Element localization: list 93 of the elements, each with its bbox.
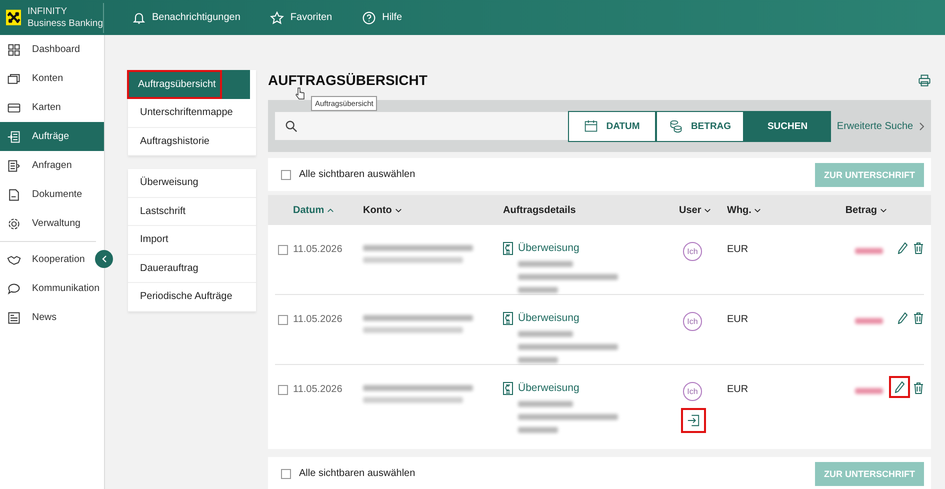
sidebar-item[interactable]: Karten — [0, 93, 63, 122]
search-icon — [285, 120, 298, 132]
user-avatar: Ich — [683, 312, 702, 331]
nav-link[interactable]: Benachrichtigungen — [132, 10, 240, 24]
column-header[interactable]: User — [679, 204, 727, 216]
sidebar-item[interactable]: Dokumente — [0, 180, 84, 209]
doc-icon — [7, 188, 21, 202]
currency-cell-text: EUR — [727, 383, 750, 395]
page-title: AUFTRAGSÜBERSICHT — [268, 72, 428, 88]
order-type-link[interactable]: Überweisung — [518, 382, 618, 394]
redacted-text — [855, 388, 883, 394]
column-header[interactable]: Auftragsdetails — [503, 204, 679, 216]
submenu-item[interactable]: Überweisung — [128, 169, 256, 198]
amount-filter-button[interactable]: BETRAG — [656, 110, 744, 142]
row-checkbox[interactable] — [278, 385, 288, 395]
user-avatar: Ich — [683, 382, 702, 401]
submenu-item[interactable]: Import — [128, 226, 256, 254]
submenu-item[interactable]: Dauerauftrag — [128, 254, 256, 283]
redacted-text — [518, 357, 558, 363]
redacted-text — [855, 318, 883, 324]
currency-cell-text: EUR — [727, 243, 750, 255]
star-icon — [270, 10, 284, 24]
orders-icon — [7, 130, 21, 144]
trash-icon[interactable] — [913, 382, 924, 394]
order-type-link[interactable]: Überweisung — [518, 242, 618, 254]
checkbox[interactable] — [281, 468, 291, 478]
document-icon — [503, 382, 513, 395]
redacted-text — [855, 248, 883, 254]
gear-icon — [7, 216, 21, 230]
search-field[interactable] — [275, 112, 568, 140]
sidebar-item[interactable]: Dashboard — [0, 35, 82, 64]
requests-icon — [7, 158, 21, 172]
redacted-text — [518, 331, 573, 337]
nav-link[interactable]: Favoriten — [270, 10, 332, 24]
user-avatar: Ich — [683, 242, 702, 261]
chevron-right-icon — [919, 122, 926, 130]
hand-cursor-icon — [295, 87, 305, 100]
collapse-button[interactable] — [95, 250, 113, 268]
sidebar-item[interactable]: Kommunikation — [0, 274, 102, 303]
sidebar-item[interactable]: Konten — [0, 64, 66, 93]
logo-icon — [6, 9, 22, 26]
sidebar-item[interactable]: Anfragen — [0, 151, 74, 180]
pencil-icon[interactable] — [891, 378, 908, 396]
submenu-item[interactable]: Periodische Aufträge — [128, 283, 256, 312]
currency-cell-text: EUR — [727, 313, 750, 325]
redacted-text — [518, 401, 573, 407]
sidebar-item[interactable]: Kooperation — [0, 245, 87, 274]
redacted-text — [518, 427, 558, 433]
sidebar-item[interactable]: Aufträge — [0, 122, 104, 151]
date-filter-button[interactable]: DATUM — [568, 110, 656, 142]
printer-icon[interactable] — [918, 74, 931, 86]
checkbox[interactable] — [281, 170, 291, 180]
date-cell-text: 11.05.2026 — [293, 383, 344, 395]
bell-icon — [132, 10, 146, 24]
trash-icon[interactable] — [913, 312, 924, 324]
submenu-item[interactable]: Lastschrift — [128, 198, 256, 226]
calendar-icon — [584, 119, 598, 133]
coins-icon — [668, 119, 683, 133]
date-cell-text: 11.05.2026 — [293, 313, 344, 325]
pencil-icon[interactable] — [897, 312, 908, 324]
advanced-search-link[interactable]: Erweiterte Suche — [831, 120, 931, 132]
card-icon — [7, 100, 21, 114]
search-button[interactable]: SUCHEN — [744, 110, 831, 142]
column-header[interactable]: Datum — [293, 204, 363, 216]
date-cell-text: 11.05.2026 — [293, 243, 344, 255]
pencil-icon[interactable] — [897, 242, 908, 254]
order-type-link[interactable]: Überweisung — [518, 312, 618, 324]
sidebar-item[interactable]: Verwaltung — [0, 209, 82, 238]
help-icon — [362, 10, 376, 24]
row-checkbox[interactable] — [278, 315, 288, 325]
redacted-text — [518, 261, 573, 267]
redacted-text — [518, 287, 558, 293]
submenu-item[interactable]: Unterschriftenmappe — [128, 99, 256, 128]
news-icon — [7, 310, 21, 324]
brand-subtitle: Business Banking — [27, 18, 103, 30]
column-header[interactable]: Whg. — [727, 204, 817, 216]
row-checkbox[interactable] — [278, 245, 288, 255]
submenu-item[interactable]: Auftragshistorie — [128, 128, 256, 156]
sidebar-item[interactable]: News — [0, 303, 58, 332]
chevron-left-icon — [102, 255, 106, 263]
checkbox-label: Alle sichtbaren auswählen — [299, 468, 416, 479]
cards-icon — [7, 72, 21, 86]
column-header[interactable]: Betrag — [817, 204, 897, 216]
brand-name: INFINITY — [27, 6, 68, 18]
checkbox-label: Alle sichtbaren auswählen — [299, 169, 416, 180]
trash-icon[interactable] — [913, 242, 924, 254]
document-icon — [503, 312, 513, 325]
chat-icon — [7, 282, 21, 296]
import-icon[interactable] — [683, 410, 704, 431]
column-header[interactable]: Konto — [363, 204, 503, 216]
nav-link[interactable]: Hilfe — [362, 10, 402, 24]
document-icon — [503, 242, 513, 255]
grid-icon — [7, 42, 21, 56]
